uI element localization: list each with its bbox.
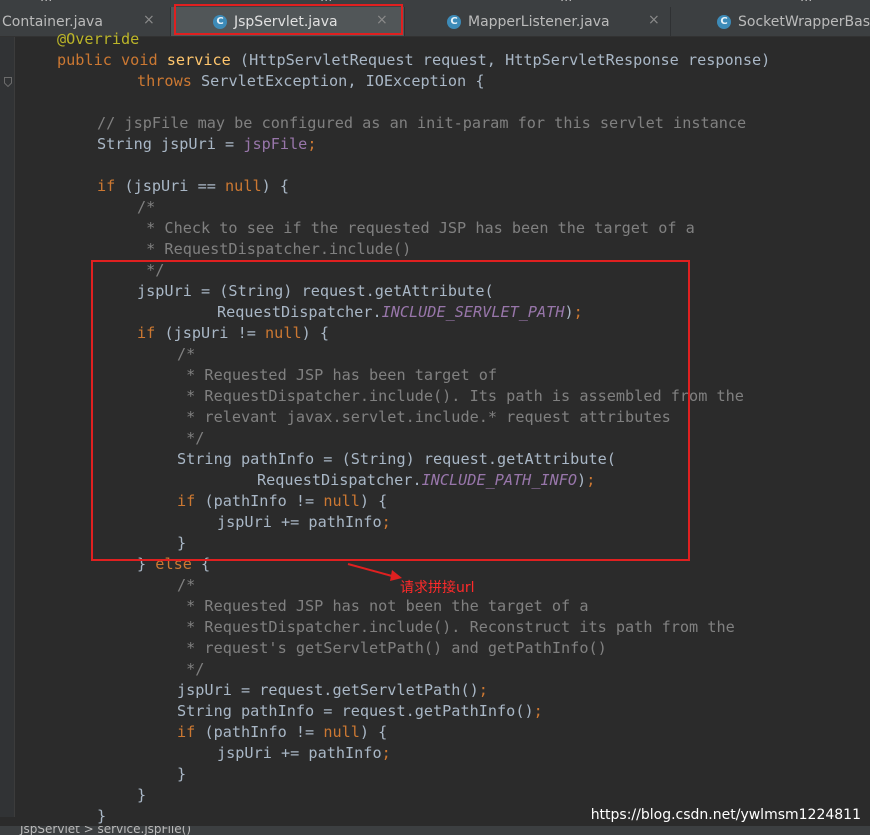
code-line-30: */ <box>177 660 205 678</box>
code-line-5: String jspUri = jspFile; <box>97 135 317 153</box>
code-line-9: * Check to see if the requested JSP has … <box>137 219 695 237</box>
code-line-2: throws ServletException, IOException { <box>137 72 485 90</box>
watermark: https://blog.csdn.net/ywlmsm1224811 <box>590 807 861 823</box>
code-line-27: * Requested JSP has not been the target … <box>177 597 589 615</box>
code-line-34: jspUri += pathInfo; <box>217 744 391 762</box>
tab-socketwrapperbase[interactable]: C SocketWrapperBase <box>671 7 870 36</box>
code-line-28: * RequestDispatcher.include(). Reconstru… <box>177 618 735 636</box>
code-line-10: * RequestDispatcher.include() <box>137 240 412 258</box>
code-line-32: String pathInfo = request.getPathInfo(); <box>177 702 543 720</box>
code-line-35: } <box>177 765 187 783</box>
tab-mapperlistener-java[interactable]: C MapperListener.java × <box>405 7 670 36</box>
code-line-36: } <box>137 786 147 804</box>
code-line-4: // jspFile may be configured as an init-… <box>97 114 747 132</box>
breadcrumb-bar: JspServlet > service.jspFile() <box>0 826 870 835</box>
active-tab-highlight-box <box>174 4 403 35</box>
code-line-7: if (jspUri == null) { <box>97 177 290 195</box>
code-line-26: /* <box>177 576 196 594</box>
tab-label: MapperListener.java <box>468 13 610 30</box>
ghost-tab: ... <box>800 0 812 5</box>
tab-label: SocketWrapperBase <box>738 13 870 30</box>
annotation-label: 请求拼接url <box>400 580 475 596</box>
ghost-tab: ... <box>40 0 52 5</box>
code-line-29: * request's getServletPath() and getPath… <box>177 639 607 657</box>
highlight-box <box>91 260 690 561</box>
hidden-tab-row: ... ... ... ... <box>0 0 870 7</box>
code-line-0: @Override <box>57 30 140 48</box>
code-line-37: } <box>97 807 107 825</box>
code-line-31: jspUri = request.getServletPath(); <box>177 681 488 699</box>
editor-gutter <box>0 37 15 817</box>
tab-label: Container.java <box>2 13 103 30</box>
breadcrumb[interactable]: JspServlet > service.jspFile() <box>20 826 191 835</box>
close-icon[interactable]: × <box>648 12 660 28</box>
fold-marker-icon[interactable] <box>4 77 12 87</box>
class-icon: C <box>717 14 731 29</box>
class-icon: C <box>447 14 461 29</box>
code-line-1: public void service (HttpServletRequest … <box>57 51 771 69</box>
ghost-tab: ... <box>560 0 572 5</box>
code-line-33: if (pathInfo != null) { <box>177 723 388 741</box>
close-icon[interactable]: × <box>143 12 155 28</box>
code-line-8: /* <box>137 198 156 216</box>
